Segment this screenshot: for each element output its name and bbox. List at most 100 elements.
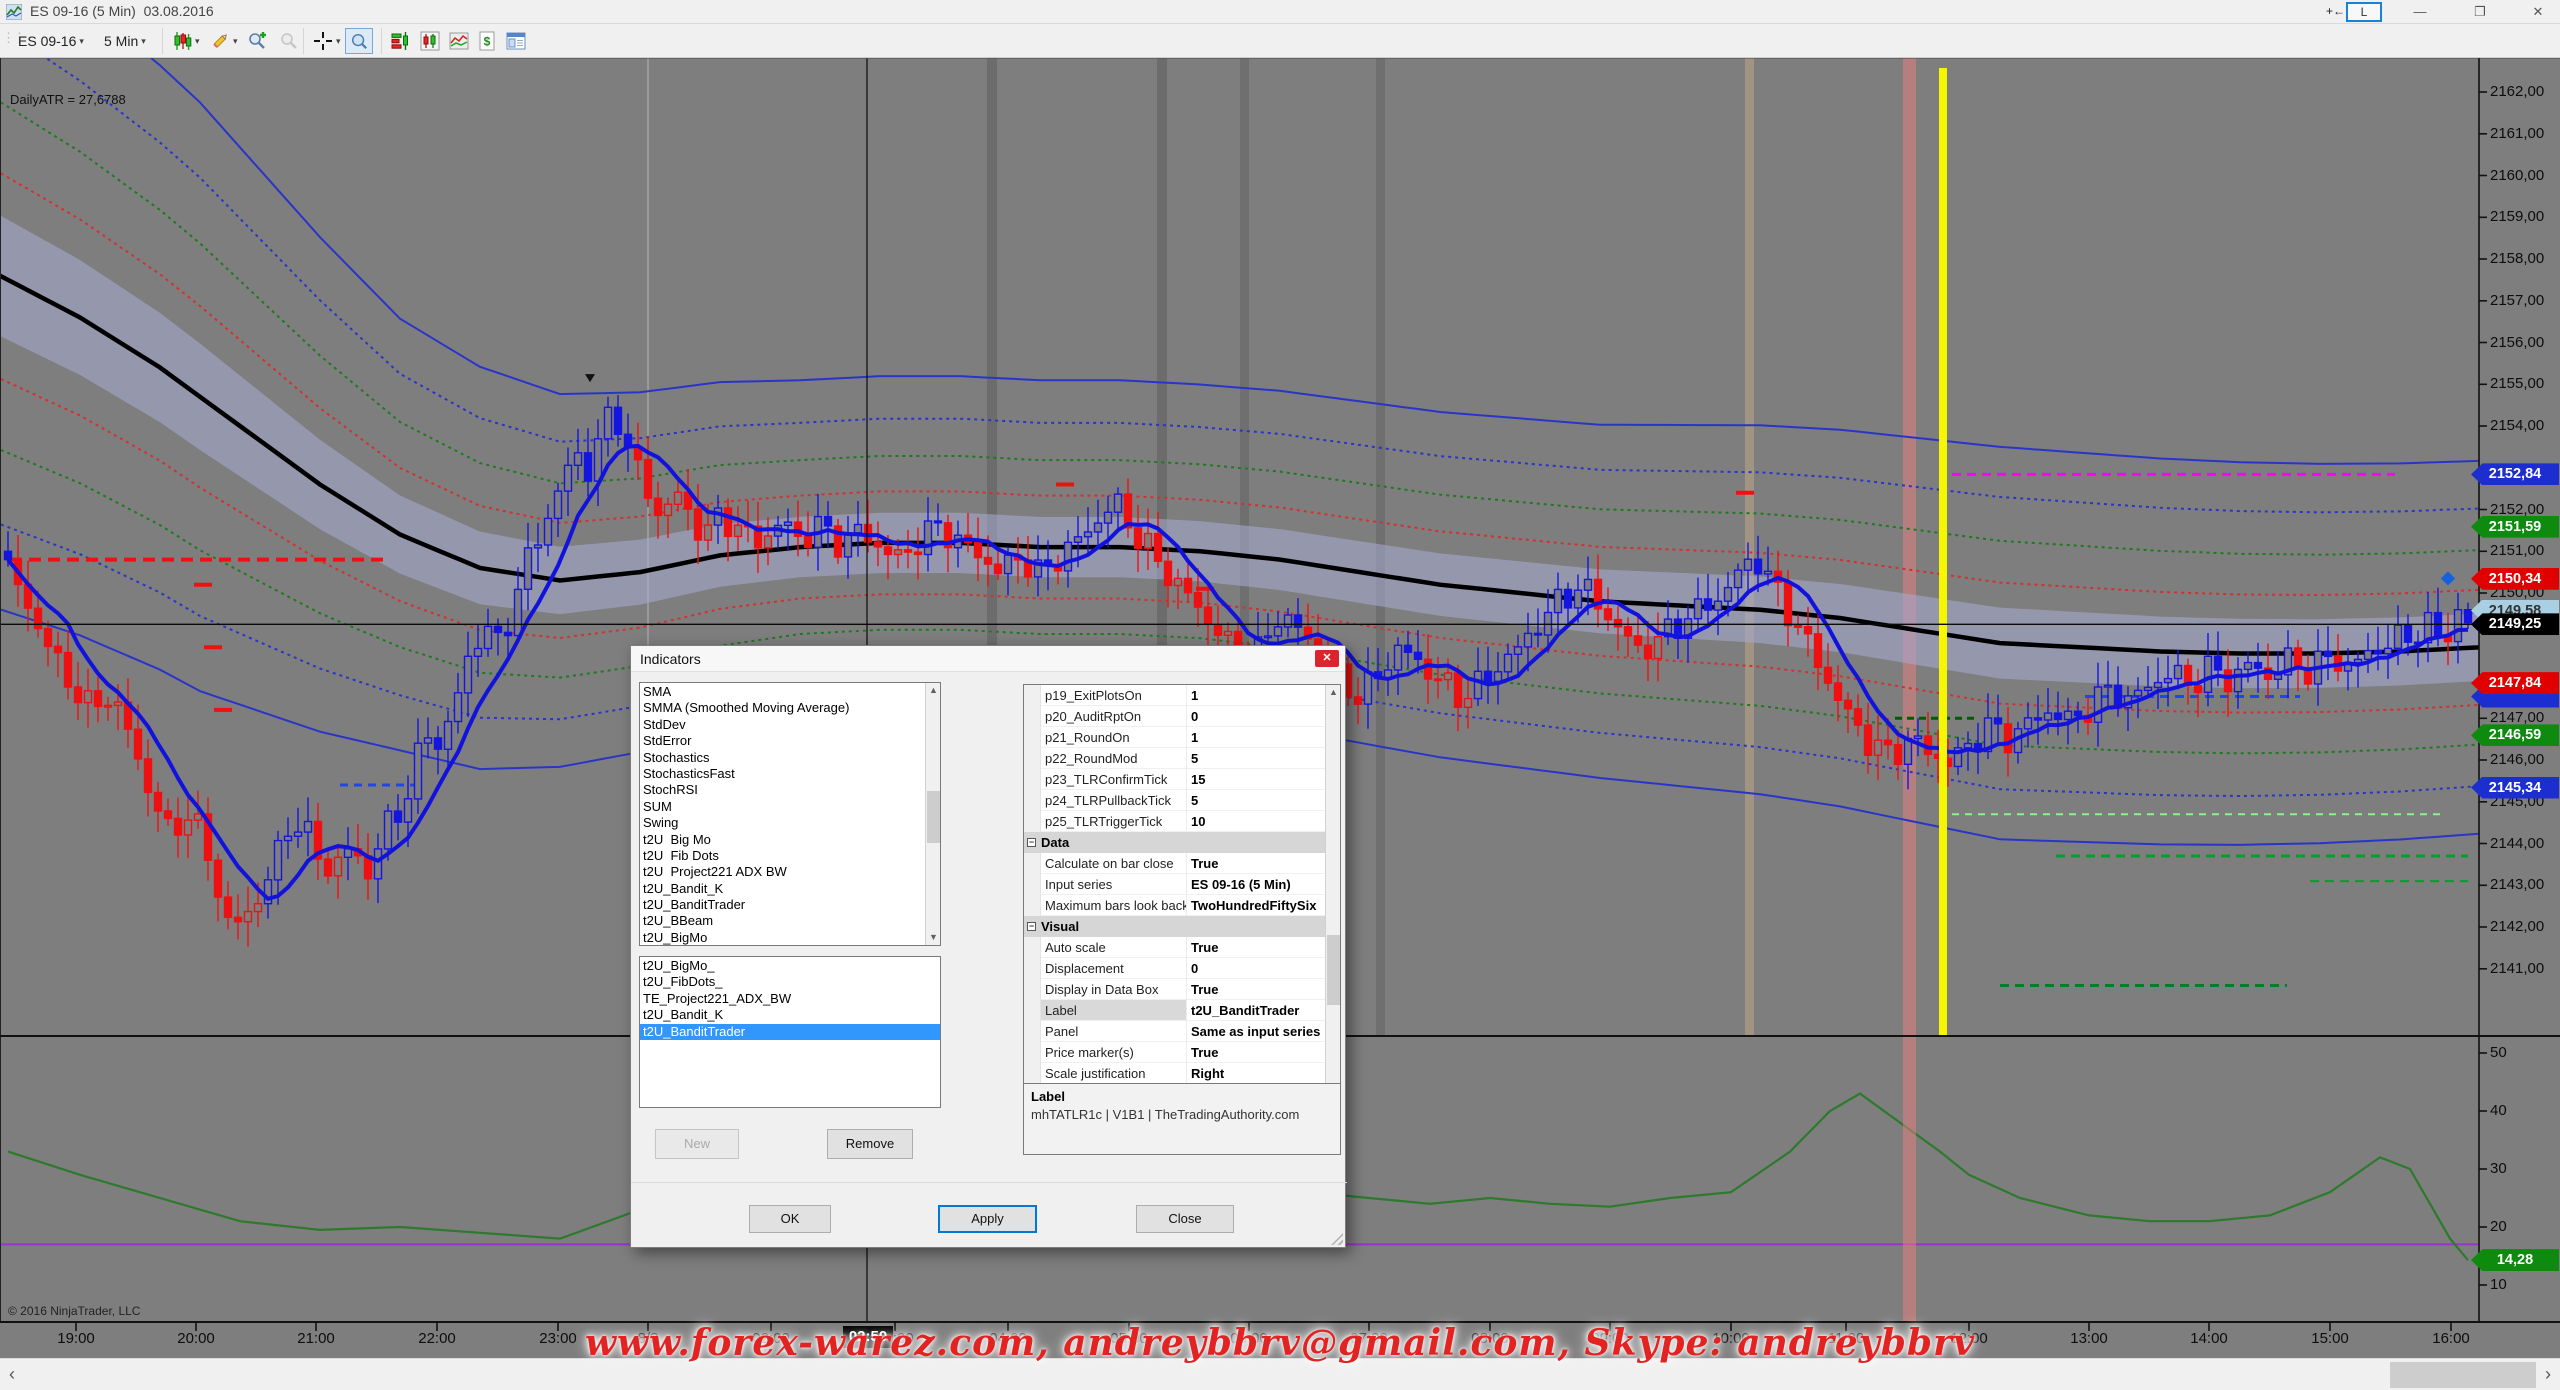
property-value[interactable]: Same as input series: [1187, 1021, 1325, 1042]
new-button[interactable]: New: [655, 1129, 739, 1159]
property-value[interactable]: 1: [1187, 685, 1325, 706]
configured-indicator-item[interactable]: t2U_FibDots_: [640, 974, 940, 990]
property-section-header[interactable]: −Visual: [1024, 916, 1325, 937]
available-indicator-item[interactable]: StochasticsFast: [640, 766, 925, 782]
close-button[interactable]: ✕: [2516, 0, 2560, 23]
available-indicator-item[interactable]: StdError: [640, 733, 925, 749]
indicator-panel-button[interactable]: [445, 28, 473, 54]
market-analyzer-button[interactable]: [387, 28, 415, 54]
property-value[interactable]: 0: [1187, 706, 1325, 727]
scrollbar-thumb[interactable]: [2390, 1362, 2536, 1388]
scrollbar-thumb[interactable]: [927, 791, 940, 843]
property-row[interactable]: Calculate on bar closeTrue: [1024, 853, 1325, 874]
collapse-icon[interactable]: −: [1027, 922, 1036, 931]
property-row[interactable]: p23_TLRConfirmTick15: [1024, 769, 1325, 790]
property-row[interactable]: Displacement0: [1024, 958, 1325, 979]
property-row[interactable]: p25_TLRTriggerTick10: [1024, 811, 1325, 832]
available-indicator-item[interactable]: t2U Project221 ADX BW: [640, 864, 925, 880]
configured-indicator-item[interactable]: TE_Project221_ADX_BW: [640, 991, 940, 1007]
property-row[interactable]: Scale justificationRight: [1024, 1063, 1325, 1084]
dollar-button[interactable]: $: [474, 28, 500, 54]
scroll-up-arrow[interactable]: ▲: [1326, 685, 1341, 700]
property-row[interactable]: p20_AuditRptOn0: [1024, 706, 1325, 727]
scroll-right-arrow[interactable]: ›: [2538, 1363, 2558, 1387]
zoom-out-icon: [279, 31, 299, 51]
available-indicator-item[interactable]: t2U_BigMo: [640, 930, 925, 946]
configured-indicators-list[interactable]: t2U_BigMo_t2U_FibDots_TE_Project221_ADX_…: [639, 956, 941, 1108]
apply-button[interactable]: Apply: [938, 1205, 1037, 1233]
property-row[interactable]: Input seriesES 09-16 (5 Min): [1024, 874, 1325, 895]
property-row[interactable]: Labelt2U_BanditTrader: [1024, 1000, 1325, 1021]
property-row[interactable]: PanelSame as input series: [1024, 1021, 1325, 1042]
properties-panel-button[interactable]: [502, 28, 530, 54]
property-row[interactable]: Price marker(s)True: [1024, 1042, 1325, 1063]
zoom-out-button[interactable]: [275, 28, 303, 54]
chart-style-button[interactable]: ▾: [168, 28, 204, 54]
property-name: p20_AuditRptOn: [1041, 706, 1187, 727]
properties-scrollbar[interactable]: ▲ ▼: [1325, 685, 1340, 1107]
property-value[interactable]: True: [1187, 1042, 1325, 1063]
scrollbar-thumb[interactable]: [1327, 935, 1340, 1005]
property-value[interactable]: ES 09-16 (5 Min): [1187, 874, 1325, 895]
property-value[interactable]: 5: [1187, 790, 1325, 811]
available-indicators-list[interactable]: SMASMMA (Smoothed Moving Average)StdDevS…: [639, 682, 941, 946]
available-indicator-item[interactable]: StdDev: [640, 717, 925, 733]
configured-indicator-item[interactable]: t2U_BanditTrader: [640, 1024, 940, 1040]
available-indicator-item[interactable]: Swing: [640, 815, 925, 831]
chart-trader-button[interactable]: [416, 28, 444, 54]
zoom-in-button[interactable]: [243, 28, 271, 54]
available-indicator-item[interactable]: t2U Big Mo: [640, 832, 925, 848]
property-value[interactable]: Right: [1187, 1063, 1325, 1084]
property-value[interactable]: 0: [1187, 958, 1325, 979]
scroll-down-arrow[interactable]: ▼: [926, 930, 941, 945]
indicator-properties-grid[interactable]: p19_ExitPlotsOn1p20_AuditRptOn0p21_Round…: [1023, 684, 1341, 1108]
interval-selector[interactable]: 5 Min▾: [100, 28, 150, 54]
scroll-left-arrow[interactable]: ‹: [2, 1363, 22, 1387]
property-value[interactable]: TwoHundredFiftySix: [1187, 895, 1325, 916]
available-indicator-item[interactable]: SMMA (Smoothed Moving Average): [640, 700, 925, 716]
collapse-icon[interactable]: −: [1027, 838, 1036, 847]
ok-button[interactable]: OK: [749, 1205, 831, 1233]
scroll-up-arrow[interactable]: ▲: [926, 683, 941, 698]
link-button[interactable]: L: [2346, 2, 2382, 22]
property-section-header[interactable]: −Data: [1024, 832, 1325, 853]
dialog-resize-grip[interactable]: [1331, 1233, 1343, 1245]
property-value[interactable]: t2U_BanditTrader: [1187, 1000, 1325, 1021]
crosshair-button[interactable]: ▾: [309, 28, 345, 54]
available-indicator-item[interactable]: t2U_BanditTrader: [640, 897, 925, 913]
property-row[interactable]: Display in Data BoxTrue: [1024, 979, 1325, 1000]
property-row[interactable]: p21_RoundOn1: [1024, 727, 1325, 748]
property-value[interactable]: True: [1187, 937, 1325, 958]
data-box-toggle-button[interactable]: [345, 28, 373, 54]
available-indicator-item[interactable]: SUM: [640, 799, 925, 815]
remove-button[interactable]: Remove: [827, 1129, 913, 1159]
configured-indicator-item[interactable]: t2U_Bandit_K: [640, 1007, 940, 1023]
property-value[interactable]: 5: [1187, 748, 1325, 769]
close-dialog-button[interactable]: Close: [1136, 1205, 1234, 1233]
available-indicator-item[interactable]: Stochastics: [640, 750, 925, 766]
zoom-in-icon: [247, 31, 267, 51]
property-value[interactable]: 15: [1187, 769, 1325, 790]
property-value[interactable]: 10: [1187, 811, 1325, 832]
available-indicator-item[interactable]: t2U_BBeam: [640, 913, 925, 929]
property-row[interactable]: p24_TLRPullbackTick5: [1024, 790, 1325, 811]
available-list-scrollbar[interactable]: ▲ ▼: [925, 683, 940, 945]
restore-button[interactable]: ❐: [2458, 0, 2502, 23]
configured-indicator-item[interactable]: t2U_BigMo_: [640, 958, 940, 974]
drawing-tools-button[interactable]: ▾: [206, 28, 242, 54]
property-value[interactable]: 1: [1187, 727, 1325, 748]
property-row[interactable]: p19_ExitPlotsOn1: [1024, 685, 1325, 706]
dialog-titlebar[interactable]: Indicators ✕: [631, 646, 1345, 672]
property-row[interactable]: Maximum bars look backTwoHundredFiftySix: [1024, 895, 1325, 916]
minimize-button[interactable]: —: [2398, 0, 2442, 23]
property-value[interactable]: True: [1187, 853, 1325, 874]
dialog-close-button[interactable]: ✕: [1315, 650, 1339, 667]
available-indicator-item[interactable]: SMA: [640, 684, 925, 700]
property-value[interactable]: True: [1187, 979, 1325, 1000]
property-row[interactable]: Auto scaleTrue: [1024, 937, 1325, 958]
available-indicator-item[interactable]: t2U Fib Dots: [640, 848, 925, 864]
available-indicator-item[interactable]: StochRSI: [640, 782, 925, 798]
available-indicator-item[interactable]: t2U_Bandit_K: [640, 881, 925, 897]
property-row[interactable]: p22_RoundMod5: [1024, 748, 1325, 769]
instrument-selector[interactable]: ES 09-16▾: [14, 28, 88, 54]
